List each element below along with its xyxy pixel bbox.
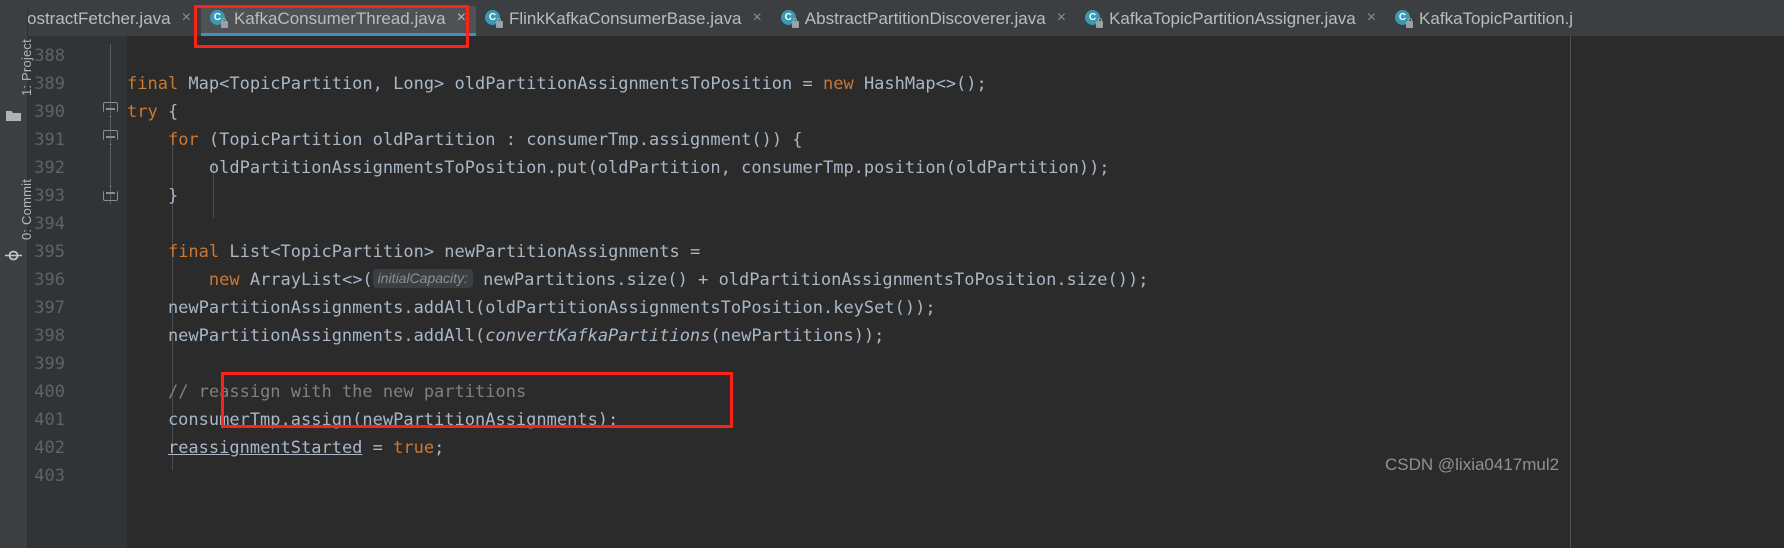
code-fragment: (TopicPartition oldPartition : consumerT… (198, 130, 803, 150)
line-number: 399 (34, 354, 65, 374)
lock-icon (1406, 18, 1414, 28)
code-line-400[interactable]: // reassign with the new partitions (127, 378, 526, 406)
line-number: 391 (34, 130, 65, 150)
code-fragment: newPartitionAssignments.addAll(oldPartit… (127, 298, 936, 318)
commit-icon (5, 248, 22, 263)
code-line-401[interactable]: consumerTmp.assign(newPartitionAssignmen… (127, 406, 618, 434)
java-class-icon: C (780, 9, 799, 28)
code-fold-marker-391[interactable] (103, 130, 118, 145)
close-icon[interactable]: × (1367, 10, 1376, 26)
code-line-395[interactable]: final List<TopicPartition> newPartitionA… (127, 238, 700, 266)
code-fragment: newPartitions.size() + oldPartitionAssig… (472, 270, 1149, 290)
java-class-icon: C (484, 9, 503, 28)
code-fragment: ArrayList<>( (239, 270, 373, 290)
folder-icon (5, 108, 22, 123)
right-margin-guide (1570, 36, 1571, 548)
close-icon[interactable]: × (182, 10, 191, 26)
close-icon[interactable]: × (1057, 10, 1066, 26)
code-line-391[interactable]: for (TopicPartition oldPartition : consu… (127, 126, 803, 154)
code-fragment: Map<TopicPartition, Long> oldPartitionAs… (178, 74, 823, 94)
line-number: 395 (34, 242, 65, 262)
ide-window: 1: Project 0: Commit ostractFetcher.java… (0, 0, 1784, 548)
line-number: 400 (34, 382, 65, 402)
code-fold-marker-390[interactable] (103, 102, 118, 117)
line-number: 392 (34, 158, 65, 178)
code-line-402[interactable]: reassignmentStarted = true; (127, 434, 444, 462)
keyword-new: new (208, 270, 240, 290)
code-fragment: consumerTmp.assign(newPartitionAssignmen… (127, 410, 619, 430)
code-fragment: oldPartitionAssignmentsToPosition.put(ol… (127, 158, 1110, 178)
code-fold-marker-393[interactable] (103, 186, 118, 201)
line-number: 403 (34, 466, 65, 486)
keyword-for: for (167, 130, 199, 150)
line-number: 396 (34, 270, 65, 290)
code-comment: // reassign with the new partitions (167, 382, 527, 402)
line-number: 390 (34, 102, 65, 122)
static-method-call: convertKafkaPartitions (485, 326, 711, 346)
editor-tab-label: FlinkKafkaConsumerBase.java (508, 8, 742, 28)
keyword-new: new (822, 74, 854, 94)
code-fragment: List<TopicPartition> newPartitionAssignm… (219, 242, 701, 262)
line-number: 397 (34, 298, 65, 318)
toolbar-strip (27, 0, 1784, 6)
code-line-390[interactable]: try { (127, 98, 178, 126)
watermark-text: CSDN @lixia0417mul2 (1385, 455, 1560, 474)
sidebar-item-project-label: 1: Project (19, 39, 34, 96)
sidebar-item-commit[interactable]: 0: Commit (19, 179, 34, 240)
code-fragment: HashMap<>(); (853, 74, 987, 94)
code-fragment: (newPartitions)); (710, 326, 885, 346)
code-line-396[interactable]: new ArrayList<>(initialCapacity: newPart… (127, 266, 1148, 294)
parameter-hint-badge: initialCapacity: (372, 269, 473, 288)
editor-gutter[interactable]: 388 389 390 391 392 393 394 395 396 397 … (27, 36, 127, 548)
line-number: 398 (34, 326, 65, 346)
sidebar-item-project[interactable]: 1: Project (19, 39, 34, 96)
editor-tab-label: KafkaTopicPartitionAssigner.java (1109, 8, 1356, 28)
code-line-392[interactable]: oldPartitionAssignmentsToPosition.put(ol… (127, 154, 1110, 182)
sidebar-item-commit-label: 0: Commit (19, 178, 34, 240)
keyword-final: final (127, 74, 179, 94)
editor-tab-label: KafkaConsumerThread.java (233, 8, 446, 28)
code-fragment: ; (434, 438, 445, 458)
keyword-try: try (127, 102, 158, 122)
editor-tab-label: AbstractPartitionDiscoverer.java (804, 8, 1046, 28)
close-icon[interactable]: × (752, 10, 761, 26)
code-fragment: } (127, 186, 179, 206)
keyword-true: true (393, 438, 435, 458)
java-class-icon: C (1395, 9, 1414, 28)
code-line-393[interactable]: } (127, 182, 178, 210)
keyword-final: final (167, 242, 220, 262)
code-fragment: = (362, 438, 394, 458)
code-line-398[interactable]: newPartitionAssignments.addAll(convertKa… (127, 322, 884, 350)
editor-tab-label: KafkaTopicPartition.j (1419, 8, 1574, 28)
lock-icon (220, 18, 228, 28)
line-number: 402 (34, 438, 65, 458)
code-line-389[interactable]: final Map<TopicPartition, Long> oldParti… (127, 70, 987, 98)
close-icon[interactable]: × (457, 10, 466, 26)
editor-tab-label: ostractFetcher.java (27, 8, 171, 28)
lock-icon (495, 18, 503, 28)
lock-icon (1096, 18, 1104, 28)
code-fold-line (110, 44, 111, 204)
code-fragment: newPartitionAssignments.addAll( (127, 326, 486, 346)
java-class-icon: C (1085, 9, 1104, 28)
code-fragment: { (157, 102, 179, 122)
field-reassignment-started: reassignmentStarted (167, 438, 363, 458)
lock-icon (791, 18, 799, 28)
code-line-397[interactable]: newPartitionAssignments.addAll(oldPartit… (127, 294, 936, 322)
line-number: 401 (34, 410, 65, 430)
java-class-icon: C (209, 9, 228, 28)
tool-window-stripe: 1: Project 0: Commit (0, 0, 34, 548)
